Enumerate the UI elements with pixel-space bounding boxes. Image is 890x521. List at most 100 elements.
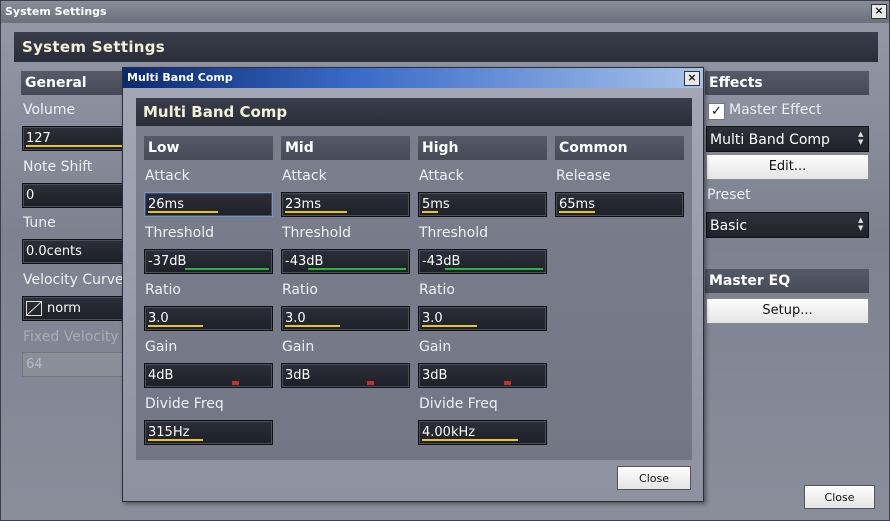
common-release-field[interactable]: 65ms (555, 192, 684, 217)
mid-ratio-field[interactable]: 3.0 (281, 306, 410, 331)
common-heading: Common (555, 136, 684, 160)
volume-field[interactable]: 127 (22, 126, 132, 151)
mid-threshold-field[interactable]: -43dB (281, 249, 410, 274)
window-titlebar: System Settings (1, 1, 889, 23)
mid-gain-marker (367, 381, 374, 385)
low-divide-freq-label: Divide Freq (145, 396, 224, 412)
high-gain-label: Gain (419, 339, 452, 355)
dialog-titlebar: Multi Band Comp (123, 68, 703, 88)
low-attack-level-bar (148, 211, 218, 213)
mid-ratio-level-bar (285, 325, 340, 327)
high-gain-field[interactable]: 3dB (418, 363, 547, 388)
velocity-curve-value: norm (47, 301, 81, 316)
velocity-curve-select[interactable]: norm (22, 296, 132, 321)
high-attack-value: 5ms (422, 197, 450, 212)
note-shift-label: Note Shift (23, 159, 93, 175)
mid-threshold-value: -43dB (285, 254, 324, 269)
dialog-title: Multi Band Comp (127, 71, 233, 84)
spin-arrows-icon: ▲ ▼ (858, 130, 864, 146)
mid-gain-value: 3dB (285, 368, 311, 383)
window-close-button[interactable]: Close (804, 485, 875, 509)
fixed-velocity-label: Fixed Velocity (23, 329, 119, 345)
dialog-header: Multi Band Comp (136, 98, 692, 126)
tune-field[interactable]: 0.0cents (22, 239, 132, 264)
mid-attack-field[interactable]: 23ms (281, 192, 410, 217)
volume-value: 127 (26, 131, 51, 146)
effect-type-select[interactable]: Multi Band Comp ▲ ▼ (706, 126, 869, 152)
common-release-level-bar (559, 211, 595, 213)
mid-threshold-label: Threshold (282, 225, 351, 241)
low-gain-field[interactable]: 4dB (144, 363, 273, 388)
fixed-velocity-value: 64 (26, 357, 43, 372)
note-shift-value: 0 (26, 188, 35, 203)
master-eq-heading: Master EQ (705, 269, 869, 293)
low-divide-freq-field[interactable]: 315Hz (144, 420, 273, 445)
volume-label: Volume (23, 102, 76, 118)
note-shift-field[interactable]: 0 (22, 183, 132, 208)
fixed-velocity-field: 64 (22, 352, 132, 377)
low-ratio-value: 3.0 (148, 311, 169, 326)
setup-button[interactable]: Setup... (706, 298, 869, 324)
high-gain-value: 3dB (422, 368, 448, 383)
high-ratio-field[interactable]: 3.0 (418, 306, 547, 331)
effect-type-value: Multi Band Comp (710, 132, 830, 148)
high-divide-freq-field[interactable]: 4.00kHz (418, 420, 547, 445)
low-ratio-label: Ratio (145, 282, 181, 298)
master-effect-checkbox[interactable]: ✓ (708, 103, 725, 120)
mid-attack-value: 23ms (285, 197, 321, 212)
high-divide-freq-level-bar (422, 439, 518, 441)
high-threshold-value: -43dB (422, 254, 461, 269)
tune-value: 0.0cents (26, 244, 82, 259)
high-ratio-value: 3.0 (422, 311, 443, 326)
high-threshold-label: Threshold (419, 225, 488, 241)
mid-gain-label: Gain (282, 339, 315, 355)
high-heading: High (418, 136, 547, 160)
preset-value: Basic (710, 218, 748, 234)
mid-attack-level-bar (285, 211, 347, 213)
edit-button[interactable]: Edit... (706, 154, 869, 180)
master-effect-label: Master Effect (729, 102, 822, 118)
preset-label: Preset (707, 187, 751, 203)
high-threshold-field[interactable]: -43dB (418, 249, 547, 274)
velocity-curve-icon (26, 301, 42, 316)
high-attack-level-bar (422, 211, 438, 213)
mid-attack-label: Attack (282, 168, 327, 184)
high-ratio-label: Ratio (419, 282, 455, 298)
low-gain-label: Gain (145, 339, 178, 355)
velocity-curve-label: Velocity Curve (23, 272, 124, 288)
tune-label: Tune (23, 215, 56, 231)
effects-heading: Effects (705, 71, 869, 95)
high-divide-freq-value: 4.00kHz (422, 425, 476, 440)
preset-select[interactable]: Basic ▲ ▼ (706, 212, 869, 238)
high-threshold-level-bar (445, 268, 543, 270)
low-threshold-label: Threshold (145, 225, 214, 241)
mid-ratio-value: 3.0 (285, 311, 306, 326)
high-attack-label: Attack (419, 168, 464, 184)
high-gain-marker (504, 381, 511, 385)
dialog-close-icon[interactable]: × (684, 71, 700, 86)
mid-threshold-level-bar (308, 268, 406, 270)
volume-level-bar (26, 145, 126, 147)
spin-arrows-icon: ▲ ▼ (858, 216, 864, 232)
common-release-value: 65ms (559, 197, 595, 212)
low-attack-field[interactable]: 26ms (144, 192, 273, 217)
low-divide-freq-level-bar (148, 439, 203, 441)
general-heading: General (21, 71, 131, 95)
low-gain-marker (232, 381, 239, 385)
window-title: System Settings (5, 5, 107, 18)
low-ratio-field[interactable]: 3.0 (144, 306, 273, 331)
low-heading: Low (144, 136, 273, 160)
mid-ratio-label: Ratio (282, 282, 318, 298)
high-attack-field[interactable]: 5ms (418, 192, 547, 217)
low-attack-value: 26ms (148, 197, 184, 212)
mid-gain-field[interactable]: 3dB (281, 363, 410, 388)
low-threshold-value: -37dB (148, 254, 187, 269)
low-threshold-field[interactable]: -37dB (144, 249, 273, 274)
dialog-close-button[interactable]: Close (617, 466, 691, 490)
low-attack-label: Attack (145, 168, 190, 184)
low-threshold-level-bar (185, 268, 269, 270)
high-divide-freq-label: Divide Freq (419, 396, 498, 412)
window-close-icon[interactable]: × (871, 4, 887, 19)
low-ratio-level-bar (148, 325, 203, 327)
low-divide-freq-value: 315Hz (148, 425, 190, 440)
